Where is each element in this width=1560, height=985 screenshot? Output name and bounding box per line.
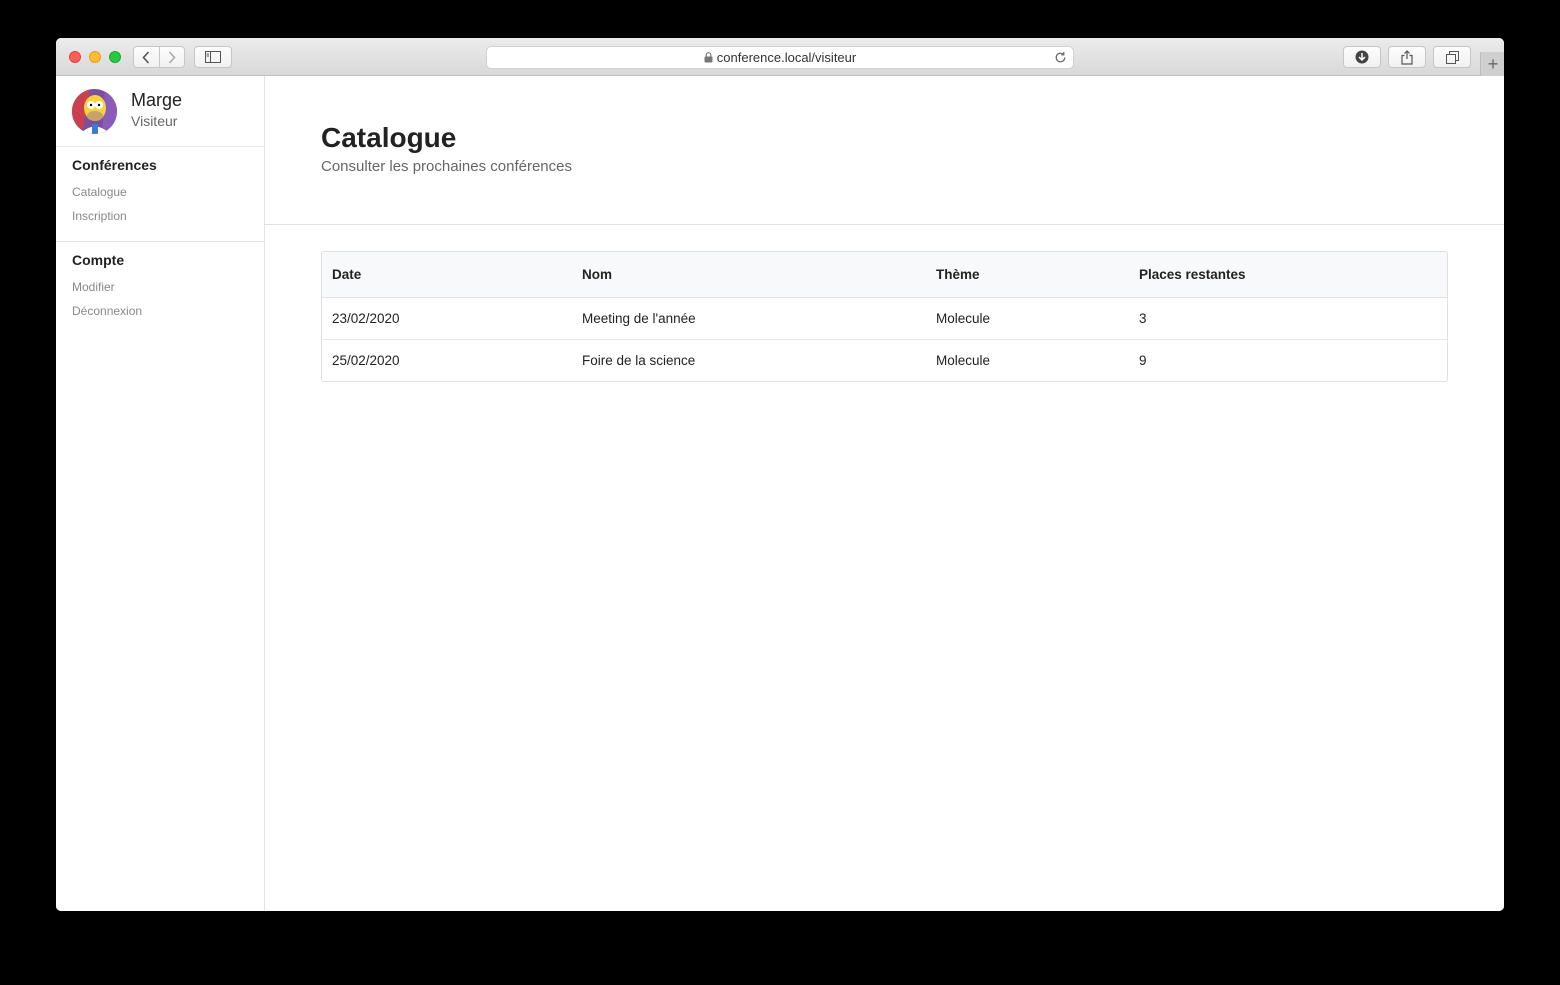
page-header: Catalogue Consulter les prochaines confé… xyxy=(265,76,1504,225)
browser-toolbar: conference.local/visiteur + xyxy=(56,38,1504,76)
plus-icon: + xyxy=(1487,53,1499,74)
cell-places: 9 xyxy=(1129,338,1447,381)
download-icon xyxy=(1355,50,1369,64)
tabs-icon xyxy=(1445,50,1459,64)
page-subtitle: Consulter les prochaines conférences xyxy=(321,158,572,175)
column-header-nom: Nom xyxy=(572,252,926,298)
downloads-button[interactable] xyxy=(1343,46,1381,68)
sidebar-item-deconnexion[interactable]: Déconnexion xyxy=(72,304,142,318)
table-header-row: Date Nom Thème Places restantes xyxy=(322,252,1447,298)
forward-button[interactable] xyxy=(160,47,185,67)
user-profile: Marge Visiteur xyxy=(56,76,265,147)
browser-window: conference.local/visiteur + Marge Visite… xyxy=(56,38,1504,911)
cell-places: 3 xyxy=(1139,310,1147,326)
page-content: Marge Visiteur Conférences Catalogue Ins… xyxy=(56,76,1504,911)
cell-date: 25/02/2020 xyxy=(322,338,572,381)
avatar xyxy=(72,89,117,134)
nav-section-title: Compte xyxy=(72,252,125,268)
page-title: Catalogue xyxy=(321,122,457,153)
address-bar[interactable]: conference.local/visiteur xyxy=(486,46,1074,69)
column-header-theme: Thème xyxy=(926,252,1129,298)
sidebar-item-catalogue[interactable]: Catalogue xyxy=(72,185,127,199)
sidebar-icon xyxy=(205,51,221,63)
column-header-places: Places restantes xyxy=(1129,252,1447,298)
nav-section-title: Conférences xyxy=(72,157,157,173)
profile-name: Marge xyxy=(131,90,183,110)
main-content: Catalogue Consulter les prochaines confé… xyxy=(265,76,1504,911)
reload-icon[interactable] xyxy=(1054,51,1067,64)
column-header-date: Date xyxy=(322,252,572,298)
tab-overview-button[interactable] xyxy=(1433,46,1471,68)
avatar-image xyxy=(72,89,117,134)
share-icon xyxy=(1401,49,1413,65)
nav-section-compte: Compte Modifier Déconnexion xyxy=(56,242,265,332)
url-text: conference.local/visiteur xyxy=(716,50,857,65)
cell-nom: Foire de la science xyxy=(572,338,926,381)
nav-section-conferences: Conférences Catalogue Inscription xyxy=(56,147,265,242)
share-button[interactable] xyxy=(1388,46,1426,68)
lock-icon xyxy=(704,52,713,63)
sidebar-item-modifier[interactable]: Modifier xyxy=(72,280,115,294)
minimize-window-button[interactable] xyxy=(89,51,101,63)
table-row: 23/02/2020 Meeting de l'année Molecule 3 xyxy=(322,297,1447,339)
sidebar-toggle-button[interactable] xyxy=(194,46,232,68)
sidebar: Marge Visiteur Conférences Catalogue Ins… xyxy=(56,76,265,911)
conference-table: Date Nom Thème Places restantes 23/02/20… xyxy=(321,251,1448,382)
cell-theme: Molecule xyxy=(936,310,991,326)
table-row: 25/02/2020 Foire de la science Molecule … xyxy=(322,338,1447,381)
chevron-right-icon xyxy=(168,50,176,64)
cell-date: 23/02/2020 xyxy=(332,310,400,326)
back-button[interactable] xyxy=(134,47,159,67)
cell-theme: Molecule xyxy=(926,338,1129,381)
sidebar-item-inscription[interactable]: Inscription xyxy=(72,209,127,223)
new-tab-button[interactable]: + xyxy=(1480,52,1504,76)
maximize-window-button[interactable] xyxy=(109,51,121,63)
profile-role: Visiteur xyxy=(131,113,178,129)
chevron-left-icon xyxy=(142,50,150,64)
close-window-button[interactable] xyxy=(69,51,81,63)
history-nav-group xyxy=(133,46,185,68)
cell-nom: Meeting de l'année xyxy=(582,310,696,326)
